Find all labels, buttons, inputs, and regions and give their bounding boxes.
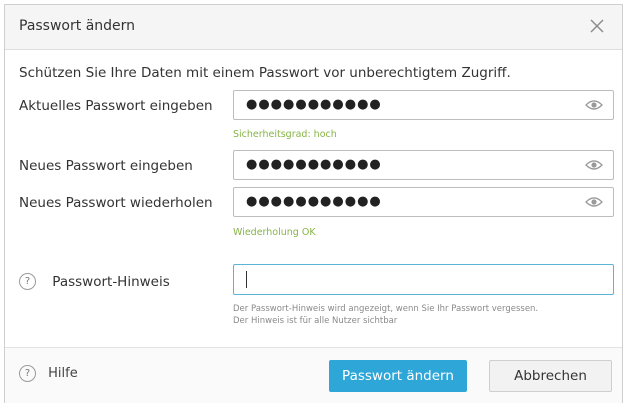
cancel-button[interactable]: Abbrechen <box>489 360 612 392</box>
repeat-password-input[interactable]: ●●●●●●●●●●● <box>233 187 614 217</box>
new-password-value: ●●●●●●●●●●● <box>246 157 382 172</box>
new-password-label: Neues Passwort eingeben <box>19 158 193 174</box>
eye-icon[interactable] <box>585 158 603 172</box>
current-password-label: Aktuelles Passwort eingeben <box>19 98 213 114</box>
change-password-button[interactable]: Passwort ändern <box>329 360 467 392</box>
current-password-value: ●●●●●●●●●●● <box>246 97 382 112</box>
password-hint-label-row: ? Passwort-Hinweis <box>19 273 170 290</box>
question-circle-icon: ? <box>19 365 36 382</box>
new-password-input[interactable]: ●●●●●●●●●●● <box>233 150 614 180</box>
password-hint-label: Passwort-Hinweis <box>52 273 170 290</box>
repeat-password-label: Neues Passwort wiederholen <box>19 195 213 211</box>
change-password-dialog: Passwort ändern Schützen Sie Ihre Daten … <box>4 4 623 403</box>
password-hint-description-line: Der Passwort-Hinweis wird angezeigt, wen… <box>233 304 539 314</box>
help-link[interactable]: ? Hilfe <box>19 365 78 382</box>
current-password-input[interactable]: ●●●●●●●●●●● <box>233 90 614 120</box>
repeat-password-value: ●●●●●●●●●●● <box>246 194 382 209</box>
password-hint-description-line: Der Hinweis ist für alle Nutzer sichtbar <box>233 316 398 326</box>
password-hint-description: Der Passwort-Hinweis wird angezeigt, wen… <box>233 303 538 327</box>
repeat-status: Wiederholung OK <box>233 227 316 238</box>
dialog-footer: ? Hilfe Passwort ändern Abbrechen <box>5 347 622 403</box>
password-hint-input[interactable] <box>233 264 614 295</box>
eye-icon[interactable] <box>585 195 603 209</box>
dialog-title: Passwort ändern <box>19 18 136 34</box>
help-label: Hilfe <box>48 366 78 381</box>
dialog-titlebar: Passwort ändern <box>5 5 622 50</box>
close-icon[interactable] <box>586 15 608 37</box>
question-circle-icon[interactable]: ? <box>19 273 36 290</box>
strength-indicator: Sicherheitsgrad: hoch <box>233 129 337 140</box>
eye-icon[interactable] <box>585 98 603 112</box>
intro-text: Schützen Sie Ihre Daten mit einem Passwo… <box>19 65 511 81</box>
text-caret <box>246 271 247 288</box>
